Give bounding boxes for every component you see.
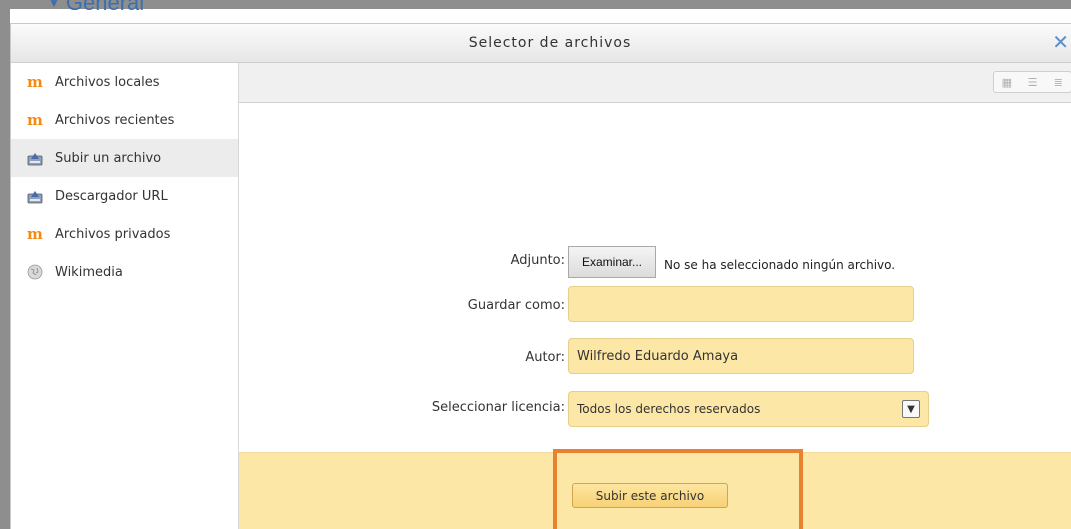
dialog-titlebar: Selector de archivos ✕ <box>11 24 1071 63</box>
tree-view-icon[interactable]: ≣ <box>1045 72 1071 92</box>
sidebar-item-label: Archivos recientes <box>55 112 175 128</box>
wikimedia-icon <box>27 264 43 280</box>
sidebar-item-upload-file[interactable]: Subir un archivo <box>11 139 238 177</box>
license-label: Seleccionar licencia: <box>431 400 565 415</box>
view-mode-group: ▦ ☰ ≣ <box>993 71 1071 93</box>
view-toolbar: ▦ ☰ ≣ <box>239 63 1071 103</box>
license-select[interactable]: Todos los derechos reservados ▼ <box>568 391 929 427</box>
background-overlay-left <box>0 0 10 529</box>
save-as-input[interactable] <box>568 286 914 322</box>
attachment-label: Adjunto: <box>510 253 565 268</box>
chevron-down-icon: ▼ <box>902 400 920 418</box>
dialog-footer: Subir este archivo <box>239 449 1071 529</box>
author-input[interactable]: Wilfredo Eduardo Amaya <box>568 338 914 374</box>
author-label: Autor: <box>525 350 565 365</box>
save-as-label: Guardar como: <box>467 298 565 313</box>
repository-sidebar: m Archivos locales m Archivos recientes … <box>11 63 239 529</box>
icon-view-icon[interactable]: ▦ <box>994 72 1020 92</box>
sidebar-item-url-downloader[interactable]: Descargador URL <box>11 177 238 215</box>
moodle-icon: m <box>27 111 43 129</box>
moodle-icon: m <box>27 225 43 243</box>
url-download-icon <box>27 188 43 204</box>
sidebar-item-label: Wikimedia <box>55 264 123 280</box>
sidebar-item-label: Subir un archivo <box>55 150 162 166</box>
sidebar-item-label: Archivos locales <box>55 74 160 90</box>
list-view-icon[interactable]: ☰ <box>1020 72 1046 92</box>
background-section-heading: ▼ General <box>48 0 144 16</box>
sidebar-item-label: Descargador URL <box>55 188 168 204</box>
browse-button[interactable]: Examinar... <box>568 246 656 278</box>
sidebar-item-recent-files[interactable]: m Archivos recientes <box>11 101 238 139</box>
sidebar-item-label: Archivos privados <box>55 226 171 242</box>
dialog-title: Selector de archivos <box>468 35 632 51</box>
file-picker-dialog: Selector de archivos ✕ m Archivos locale… <box>10 23 1071 529</box>
upload-file-button[interactable]: Subir este archivo <box>572 483 728 508</box>
sidebar-item-wikimedia[interactable]: Wikimedia <box>11 253 238 291</box>
moodle-icon: m <box>27 73 43 91</box>
license-select-value: Todos los derechos reservados <box>577 402 761 416</box>
close-icon[interactable]: ✕ <box>1052 30 1069 54</box>
background-overlay-top <box>0 0 1071 9</box>
caret-down-icon: ▼ <box>48 0 60 10</box>
upload-icon <box>27 150 43 166</box>
background-heading-text: General <box>65 0 145 15</box>
no-file-text: No se ha seleccionado ningún archivo. <box>664 258 896 272</box>
sidebar-item-local-files[interactable]: m Archivos locales <box>11 63 238 101</box>
sidebar-item-private-files[interactable]: m Archivos privados <box>11 215 238 253</box>
